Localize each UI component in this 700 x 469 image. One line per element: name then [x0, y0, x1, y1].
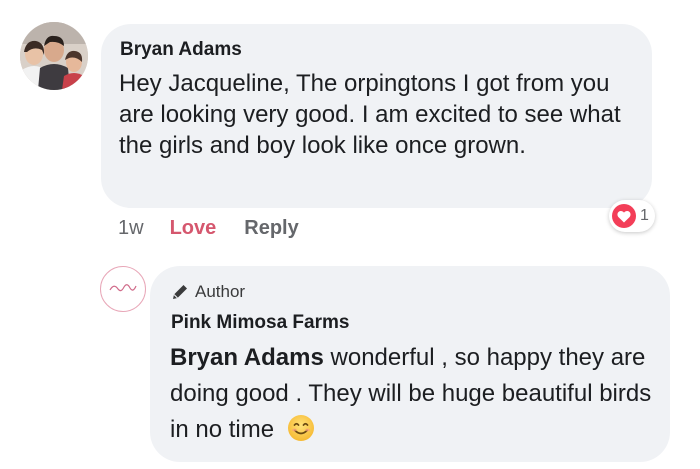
love-reaction-button[interactable]: Love	[170, 217, 217, 240]
reaction-count: 1	[640, 207, 649, 224]
comment-timestamp[interactable]: 1w	[118, 217, 144, 240]
author-badge: Author	[171, 282, 245, 302]
reply-bubble: Author Pink Mimosa Farms Bryan Adams won…	[150, 266, 670, 462]
heart-icon	[612, 204, 636, 228]
reply-button[interactable]: Reply	[244, 217, 298, 240]
avatar-pink-mimosa-farms[interactable]	[100, 266, 146, 312]
comment-bubble: Bryan Adams Hey Jacqueline, The orpingto…	[101, 24, 652, 208]
comment-text: Hey Jacqueline, The orpingtons I got fro…	[119, 70, 621, 159]
author-badge-label: Author	[195, 282, 246, 301]
reaction-summary[interactable]: 1	[609, 200, 655, 232]
smiling-face-emoji	[287, 414, 315, 453]
comment-actions: 1w Love Reply	[118, 214, 299, 242]
pencil-icon	[173, 285, 187, 299]
profile-photo	[20, 22, 88, 90]
mention-link[interactable]: Bryan Adams	[170, 344, 324, 371]
reply-author-name[interactable]: Pink Mimosa Farms	[171, 312, 349, 334]
page-logo	[108, 281, 138, 297]
avatar-bryan-adams[interactable]	[20, 22, 88, 90]
comment-author-name[interactable]: Bryan Adams	[120, 39, 242, 61]
reply-text: Bryan Adams wonderful , so happy they ar…	[170, 340, 660, 453]
